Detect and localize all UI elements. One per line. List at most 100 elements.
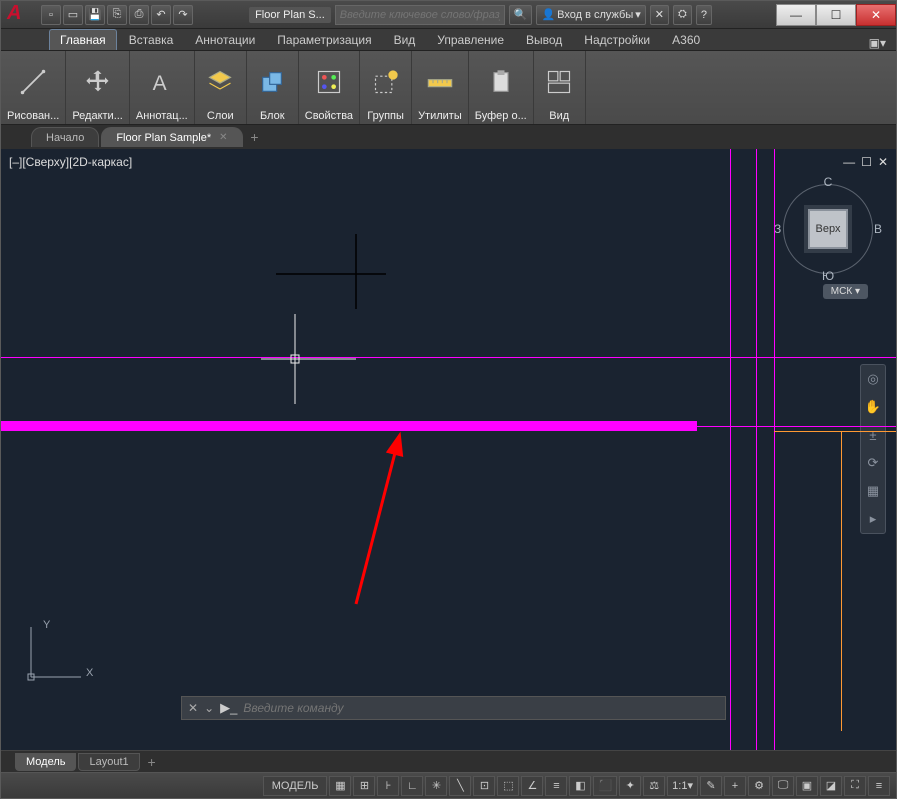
tab-a360[interactable]: A360 <box>662 30 710 50</box>
viewport-label[interactable]: [–][Сверху][2D-каркас] <box>9 155 132 169</box>
compass-east[interactable]: В <box>874 222 882 236</box>
viewcube[interactable]: С Ю В З Верх <box>778 179 878 279</box>
binoculars-icon[interactable]: 🔍 <box>509 5 533 25</box>
status-snap-icon[interactable]: ⊞ <box>353 776 375 796</box>
new-button[interactable]: ▫ <box>41 5 61 25</box>
compass-north[interactable]: С <box>824 175 833 189</box>
clipboard-icon <box>487 53 515 110</box>
a360-icon[interactable]: ⛭ <box>673 5 692 25</box>
app-logo[interactable]: A <box>7 3 37 27</box>
tab-insert[interactable]: Вставка <box>119 30 184 50</box>
status-customize-icon[interactable]: ≡ <box>868 776 890 796</box>
close-button[interactable]: ✕ <box>856 4 896 26</box>
panel-annotation[interactable]: A Аннотац... <box>130 51 195 124</box>
user-icon: 👤 <box>541 8 555 21</box>
status-transparency-icon[interactable]: ◧ <box>569 776 591 796</box>
nav-zoom-icon[interactable]: ± <box>863 425 883 445</box>
compass-west[interactable]: З <box>774 222 781 236</box>
ribbon-toggle-icon[interactable]: ▣▾ <box>869 36 886 50</box>
status-ortho-icon[interactable]: ∟ <box>401 776 423 796</box>
undo-button[interactable]: ↶ <box>151 5 171 25</box>
add-layout-button[interactable]: + <box>142 752 162 772</box>
exchange-icon[interactable]: ✕ <box>650 5 669 25</box>
save-button[interactable]: 💾 <box>85 5 105 25</box>
panel-modify[interactable]: Редакти... <box>66 51 130 124</box>
status-scale[interactable]: 1:1 ▾ <box>667 776 698 796</box>
status-grid-icon[interactable]: ▦ <box>329 776 351 796</box>
nav-pan-icon[interactable]: ✋ <box>863 397 883 417</box>
panel-layers[interactable]: Слои <box>195 51 247 124</box>
panel-groups[interactable]: Группы <box>360 51 412 124</box>
help-icon[interactable]: ? <box>696 5 712 25</box>
panel-draw[interactable]: Рисован... <box>1 51 66 124</box>
panel-clipboard[interactable]: Буфер о... <box>469 51 534 124</box>
add-tab-button[interactable]: + <box>245 127 265 147</box>
layout-tabs: Модель Layout1 + <box>1 750 896 772</box>
status-clean-icon[interactable]: ⛶ <box>844 776 866 796</box>
viewport-minimize-icon[interactable]: — <box>843 155 855 169</box>
panel-view[interactable]: Вид <box>534 51 586 124</box>
thick-magenta-line[interactable] <box>1 421 697 431</box>
nav-wheel-icon[interactable]: ◎ <box>863 369 883 389</box>
ucs-icon[interactable]: Y X <box>21 617 91 690</box>
open-button[interactable]: ▭ <box>63 5 83 25</box>
status-selection-icon[interactable]: ⬛ <box>593 776 617 796</box>
status-model[interactable]: МОДЕЛЬ <box>263 776 328 796</box>
status-gizmo-icon[interactable]: ✦ <box>619 776 641 796</box>
nav-showmotion-icon[interactable]: ▦ <box>863 481 883 501</box>
panel-block[interactable]: Блок <box>247 51 299 124</box>
close-tab-icon[interactable]: ✕ <box>219 132 227 143</box>
status-otrack-icon[interactable]: ∠ <box>521 776 543 796</box>
status-annoscale-icon[interactable]: ⚖ <box>643 776 665 796</box>
viewcube-ring[interactable] <box>783 184 873 274</box>
status-polar-icon[interactable]: ✳ <box>425 776 447 796</box>
tab-addins[interactable]: Надстройки <box>574 30 660 50</box>
compass-south[interactable]: Ю <box>822 269 834 283</box>
navigation-bar: ◎ ✋ ± ⟳ ▦ ▸ <box>860 364 886 534</box>
cmdline-options-icon[interactable]: ⌄ <box>204 701 214 715</box>
saveas-button[interactable]: ⎘ <box>107 5 127 25</box>
tab-manage[interactable]: Управление <box>427 30 514 50</box>
tab-parametric[interactable]: Параметризация <box>267 30 381 50</box>
nav-expand-icon[interactable]: ▸ <box>863 509 883 529</box>
orange-hline <box>774 431 896 432</box>
file-tab-current[interactable]: Floor Plan Sample* ✕ <box>101 127 242 147</box>
status-annotation-icon[interactable]: ✎ <box>700 776 722 796</box>
status-add-icon[interactable]: + <box>724 776 746 796</box>
ucs-x-label: X <box>86 667 93 679</box>
layout-layout1[interactable]: Layout1 <box>78 753 139 771</box>
layout-model[interactable]: Модель <box>15 753 76 771</box>
status-isodraft-icon[interactable]: ╲ <box>449 776 471 796</box>
redo-button[interactable]: ↷ <box>173 5 193 25</box>
viewport-maximize-icon[interactable]: ☐ <box>861 155 872 169</box>
status-infer-icon[interactable]: ⊦ <box>377 776 399 796</box>
search-input[interactable] <box>336 9 504 21</box>
ucs-badge[interactable]: МСК ▾ <box>823 284 868 299</box>
viewport-close-icon[interactable]: ✕ <box>878 155 888 169</box>
panel-properties[interactable]: Свойства <box>299 51 360 124</box>
cmdline-close-icon[interactable]: ✕ <box>188 701 198 715</box>
command-input[interactable] <box>243 701 719 715</box>
status-osnap-icon[interactable]: ⊡ <box>473 776 495 796</box>
minimize-button[interactable]: — <box>776 4 816 26</box>
login-button[interactable]: 👤 Вход в службы ▾ <box>536 5 645 25</box>
status-isolate-icon[interactable]: ◪ <box>820 776 842 796</box>
status-3dosnap-icon[interactable]: ⬚ <box>497 776 519 796</box>
properties-icon <box>315 53 343 110</box>
status-workspace-icon[interactable]: ⚙ <box>748 776 770 796</box>
maximize-button[interactable]: ☐ <box>816 4 856 26</box>
tab-home[interactable]: Главная <box>49 29 117 50</box>
tab-view[interactable]: Вид <box>384 30 426 50</box>
file-tab-start[interactable]: Начало <box>31 127 99 147</box>
nav-orbit-icon[interactable]: ⟳ <box>863 453 883 473</box>
command-line[interactable]: ✕ ⌄ ▶_ <box>181 696 726 720</box>
print-button[interactable]: ⎙ <box>129 5 149 25</box>
tab-output[interactable]: Вывод <box>516 30 572 50</box>
status-hwaccel-icon[interactable]: ▣ <box>796 776 818 796</box>
status-monitor-icon[interactable]: 🖵 <box>772 776 794 796</box>
tab-annotations[interactable]: Аннотации <box>185 30 265 50</box>
status-lineweight-icon[interactable]: ≡ <box>545 776 567 796</box>
panel-utilities[interactable]: Утилиты <box>412 51 469 124</box>
search-box[interactable] <box>335 5 505 25</box>
drawing-canvas[interactable]: [–][Сверху][2D-каркас] — ☐ ✕ С Ю В З Вер… <box>1 149 896 750</box>
